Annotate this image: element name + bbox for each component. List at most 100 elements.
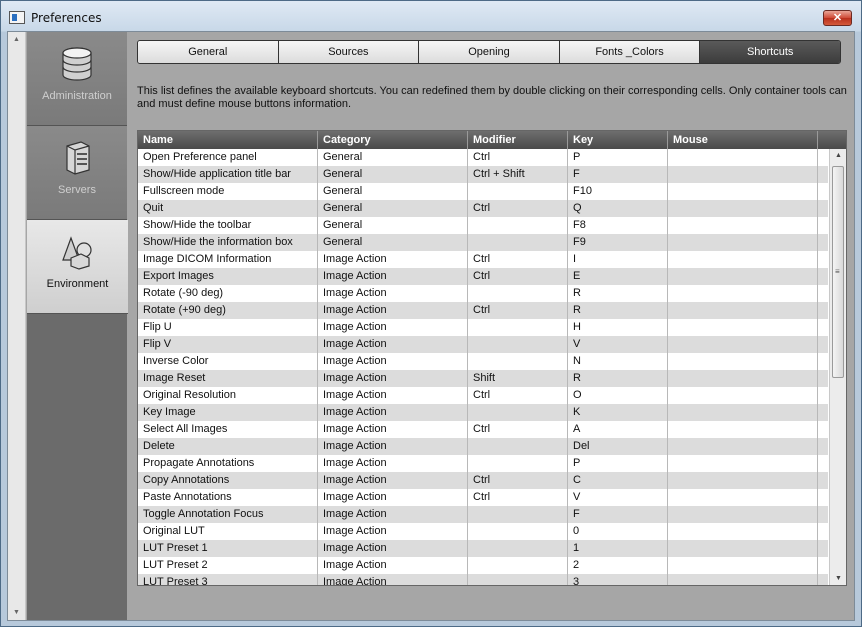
cell-category[interactable]: Image Action — [318, 251, 468, 268]
cell-name[interactable]: Paste Annotations — [138, 489, 318, 506]
cell-category[interactable]: Image Action — [318, 285, 468, 302]
cell-modifier[interactable] — [468, 557, 568, 574]
cell-modifier[interactable]: Ctrl — [468, 200, 568, 217]
cell-mouse[interactable] — [668, 285, 818, 302]
table-row[interactable]: Image Reset Image Action Shift R — [138, 370, 828, 387]
cell-name[interactable]: Flip V — [138, 336, 318, 353]
cell-name[interactable]: Show/Hide the toolbar — [138, 217, 318, 234]
cell-mouse[interactable] — [668, 438, 818, 455]
table-row[interactable]: Show/Hide the information box General F9 — [138, 234, 828, 251]
table-row[interactable]: Open Preference panel General Ctrl P — [138, 149, 828, 166]
title-bar[interactable]: Preferences ✕ — [1, 1, 861, 31]
cell-key[interactable]: I — [568, 251, 668, 268]
cell-key[interactable]: 2 — [568, 557, 668, 574]
cell-mouse[interactable] — [668, 183, 818, 200]
cell-name[interactable]: Delete — [138, 438, 318, 455]
cell-name[interactable]: Fullscreen mode — [138, 183, 318, 200]
cell-key[interactable]: F — [568, 506, 668, 523]
cell-modifier[interactable]: Shift — [468, 370, 568, 387]
table-row[interactable]: Quit General Ctrl Q — [138, 200, 828, 217]
sidebar-item-administration[interactable]: Administration — [27, 32, 127, 126]
table-row[interactable]: Propagate Annotations Image Action P — [138, 455, 828, 472]
cell-modifier[interactable]: Ctrl — [468, 421, 568, 438]
cell-category[interactable]: Image Action — [318, 472, 468, 489]
cell-mouse[interactable] — [668, 200, 818, 217]
cell-category[interactable]: General — [318, 166, 468, 183]
cell-category[interactable]: Image Action — [318, 370, 468, 387]
table-row[interactable]: Flip V Image Action V — [138, 336, 828, 353]
cell-name[interactable]: Original Resolution — [138, 387, 318, 404]
cell-mouse[interactable] — [668, 268, 818, 285]
cell-name[interactable]: Show/Hide the information box — [138, 234, 318, 251]
table-row[interactable]: Original Resolution Image Action Ctrl O — [138, 387, 828, 404]
cell-mouse[interactable] — [668, 523, 818, 540]
cell-modifier[interactable] — [468, 506, 568, 523]
cell-modifier[interactable] — [468, 285, 568, 302]
cell-name[interactable]: Key Image — [138, 404, 318, 421]
cell-category[interactable]: General — [318, 149, 468, 166]
cell-mouse[interactable] — [668, 506, 818, 523]
nav-scrollbar[interactable]: ▲ ▼ — [8, 32, 26, 620]
cell-key[interactable]: P — [568, 149, 668, 166]
table-row[interactable]: Original LUT Image Action 0 — [138, 523, 828, 540]
column-header-category[interactable]: Category — [318, 131, 468, 149]
table-row[interactable]: Fullscreen mode General F10 — [138, 183, 828, 200]
scrollbar-thumb[interactable]: ≡ — [832, 166, 844, 378]
cell-modifier[interactable] — [468, 336, 568, 353]
scroll-down-arrow-icon[interactable]: ▼ — [835, 575, 842, 582]
cell-key[interactable]: F8 — [568, 217, 668, 234]
cell-modifier[interactable] — [468, 404, 568, 421]
cell-category[interactable]: Image Action — [318, 302, 468, 319]
cell-category[interactable]: Image Action — [318, 438, 468, 455]
cell-mouse[interactable] — [668, 353, 818, 370]
cell-key[interactable]: K — [568, 404, 668, 421]
table-row[interactable]: Delete Image Action Del — [138, 438, 828, 455]
cell-category[interactable]: Image Action — [318, 540, 468, 557]
table-row[interactable]: Key Image Image Action K — [138, 404, 828, 421]
cell-key[interactable]: R — [568, 302, 668, 319]
cell-mouse[interactable] — [668, 319, 818, 336]
cell-category[interactable]: Image Action — [318, 404, 468, 421]
cell-modifier[interactable] — [468, 574, 568, 585]
scroll-down-arrow-icon[interactable]: ▼ — [13, 609, 20, 616]
cell-modifier[interactable]: Ctrl — [468, 149, 568, 166]
cell-category[interactable]: Image Action — [318, 489, 468, 506]
close-button[interactable]: ✕ — [823, 10, 852, 26]
table-row[interactable]: LUT Preset 3 Image Action 3 — [138, 574, 828, 585]
cell-modifier[interactable] — [468, 353, 568, 370]
cell-mouse[interactable] — [668, 455, 818, 472]
table-row[interactable]: Export Images Image Action Ctrl E — [138, 268, 828, 285]
column-header-mouse[interactable]: Mouse — [668, 131, 818, 149]
cell-key[interactable]: A — [568, 421, 668, 438]
table-scrollbar[interactable]: ▲ ≡ ▼ — [829, 149, 846, 585]
cell-key[interactable]: 1 — [568, 540, 668, 557]
cell-key[interactable]: R — [568, 285, 668, 302]
cell-name[interactable]: Original LUT — [138, 523, 318, 540]
cell-key[interactable]: Del — [568, 438, 668, 455]
cell-name[interactable]: Inverse Color — [138, 353, 318, 370]
cell-mouse[interactable] — [668, 234, 818, 251]
table-row[interactable]: Paste Annotations Image Action Ctrl V — [138, 489, 828, 506]
cell-name[interactable]: Export Images — [138, 268, 318, 285]
cell-key[interactable]: 0 — [568, 523, 668, 540]
sidebar-item-servers[interactable]: Servers — [27, 126, 127, 220]
column-header-key[interactable]: Key — [568, 131, 668, 149]
cell-mouse[interactable] — [668, 336, 818, 353]
cell-name[interactable]: Image DICOM Information — [138, 251, 318, 268]
cell-key[interactable]: N — [568, 353, 668, 370]
cell-modifier[interactable]: Ctrl — [468, 387, 568, 404]
table-row[interactable]: Rotate (+90 deg) Image Action Ctrl R — [138, 302, 828, 319]
cell-mouse[interactable] — [668, 574, 818, 585]
cell-modifier[interactable] — [468, 183, 568, 200]
cell-category[interactable]: Image Action — [318, 455, 468, 472]
cell-key[interactable]: V — [568, 336, 668, 353]
table-row[interactable]: LUT Preset 2 Image Action 2 — [138, 557, 828, 574]
cell-mouse[interactable] — [668, 251, 818, 268]
cell-modifier[interactable] — [468, 319, 568, 336]
table-row[interactable]: LUT Preset 1 Image Action 1 — [138, 540, 828, 557]
cell-category[interactable]: Image Action — [318, 353, 468, 370]
cell-key[interactable]: F9 — [568, 234, 668, 251]
cell-name[interactable]: Open Preference panel — [138, 149, 318, 166]
sidebar-item-environment[interactable]: Environment — [27, 220, 128, 314]
cell-mouse[interactable] — [668, 404, 818, 421]
